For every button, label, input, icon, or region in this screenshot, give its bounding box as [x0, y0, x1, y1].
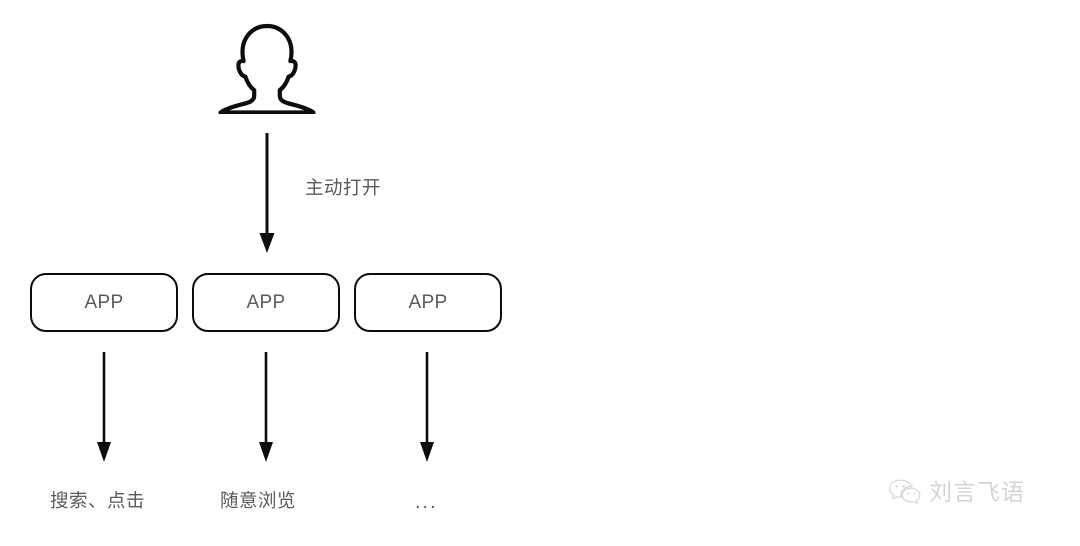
- left-app-label-1: APP: [84, 291, 124, 313]
- arrow-app2-to-outcome2: [252, 352, 280, 464]
- left-outcome-label-1: 搜索、点击: [50, 490, 146, 511]
- watermark-text: 刘言飞语: [929, 478, 1025, 505]
- left-app-box-2[interactable]: APP: [192, 273, 340, 332]
- left-app-label-2: APP: [246, 291, 286, 313]
- arrow-app1-to-outcome1: [90, 352, 118, 464]
- watermark: 刘言飞语: [888, 478, 1025, 506]
- left-outcome-label-3: ...: [415, 491, 438, 513]
- left-app-box-3[interactable]: APP: [354, 273, 502, 332]
- wechat-icon: [888, 478, 922, 506]
- left-outcome-label-2: 随意浏览: [220, 490, 297, 511]
- left-flow-label: 主动打开: [305, 177, 382, 198]
- left-app-box-1[interactable]: APP: [30, 273, 178, 332]
- arrow-app3-to-outcome3: [413, 352, 441, 464]
- arrow-user-to-apps: [253, 133, 281, 255]
- right-diagram-panel: 内容呈现 表达诉求 AI interface 提供内容 搜寻内容 APP: [540, 0, 1080, 546]
- person-avatar-icon: [212, 22, 322, 114]
- left-diagram-panel: 主动打开 APP APP APP 搜索、点击 随意浏览 ...: [0, 0, 540, 546]
- diagram-canvas: 主动打开 APP APP APP 搜索、点击 随意浏览 ... 刘言飞语: [0, 0, 1080, 546]
- left-app-label-3: APP: [408, 291, 448, 313]
